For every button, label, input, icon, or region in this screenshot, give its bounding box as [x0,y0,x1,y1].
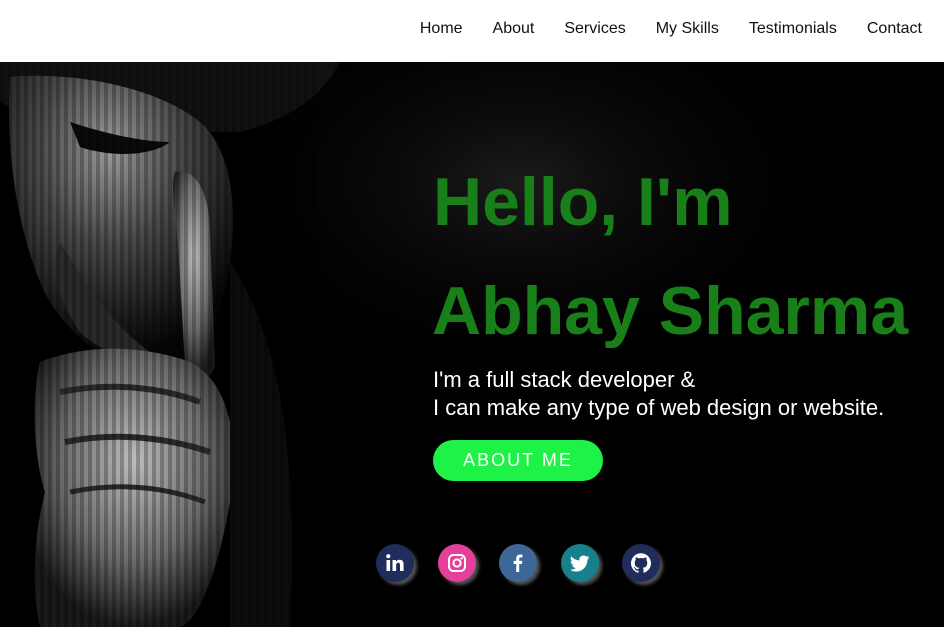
twitter-link[interactable] [560,544,599,582]
nav-links: Home About Services My Skills Testimonia… [390,0,922,58]
hero-greeting: Hello, I'm [433,164,733,240]
hero-description-line-2: I can make any type of web design or web… [433,395,885,420]
github-icon [631,553,651,573]
facebook-icon [513,554,523,572]
nav-link-testimonials[interactable]: Testimonials [749,20,837,38]
github-link[interactable] [622,544,660,582]
nav-link-services[interactable]: Services [564,20,625,38]
hero-description: I'm a full stack developer & I can make … [433,366,884,422]
hero-section: Hello, I'm Abhay Sharma I'm a full stack… [0,62,944,627]
hero-description-line-1: I'm a full stack developer & [433,367,696,392]
social-links [376,544,684,582]
hero-name: Abhay Sharma [432,273,909,349]
facebook-link[interactable] [499,544,537,582]
about-me-button[interactable]: ABOUT ME [433,440,603,481]
instagram-icon [447,554,466,572]
nav-link-about[interactable]: About [493,20,535,38]
twitter-icon [569,555,589,572]
linkedin-link[interactable] [376,544,414,582]
nav-link-home[interactable]: Home [420,20,463,38]
navbar: Home About Services My Skills Testimonia… [0,0,944,62]
instagram-link[interactable] [437,544,476,582]
nav-link-my-skills[interactable]: My Skills [656,20,719,38]
nav-link-contact[interactable]: Contact [867,20,922,38]
linkedin-icon [386,554,404,571]
